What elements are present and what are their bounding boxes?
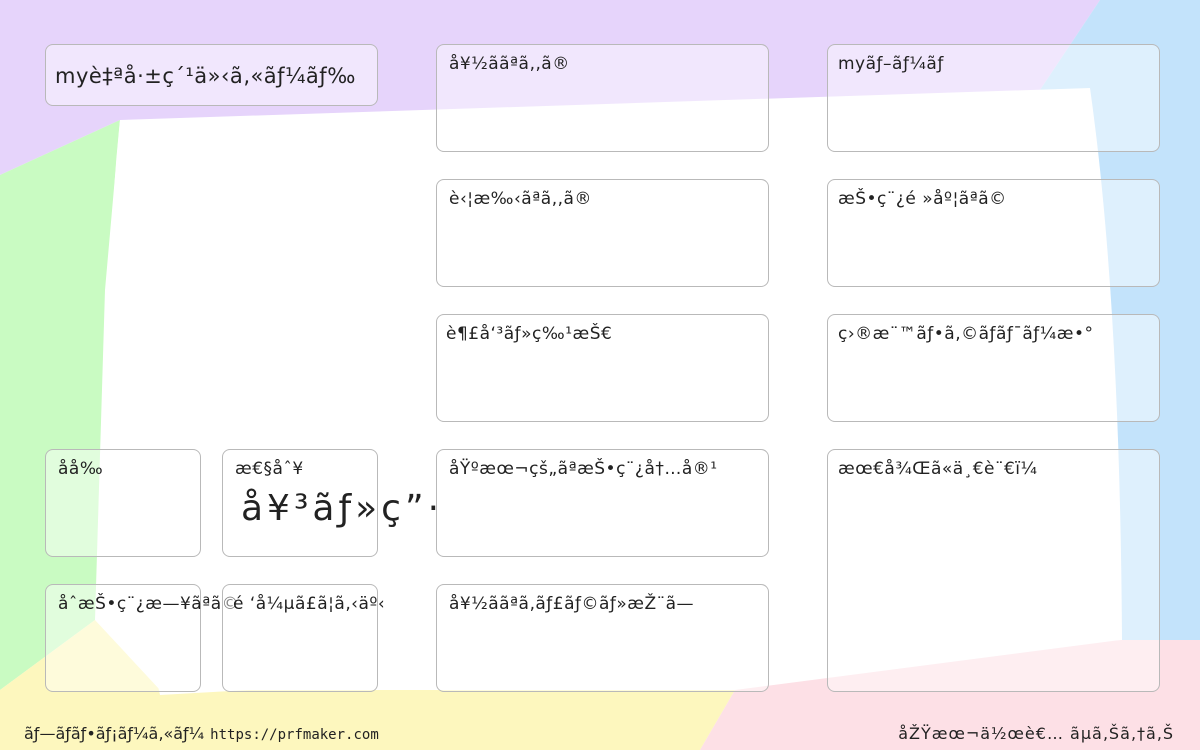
follower-goal-label: ç›®æ¨™ãƒ•ã‚©ãƒ­ãƒ¯ãƒ¼æ•° [838, 324, 1094, 344]
maker-url-link[interactable]: https://prfmaker.com [210, 727, 379, 743]
first-post-label: åˆæŠ•ç¨¿æ—¥ãªã© [58, 594, 240, 614]
working-on-label: é ‘å¼µã£ã¦ã‚‹äº‹ [233, 594, 386, 614]
title-card: myè‡ªå·±ç´¹ä»‹ã‚«ãƒ¼ãƒ‰ [45, 44, 378, 106]
page-title: myè‡ªå·±ç´¹ä»‹ã‚«ãƒ¼ãƒ‰ [55, 64, 356, 88]
favorite-characters-field[interactable]: å¥½ããªã‚­ãƒ£ãƒ©ãƒ»æŽ¨ã— [436, 584, 769, 692]
post-frequency-field[interactable]: æŠ•ç¨¿é »åº¦ãªã© [827, 179, 1160, 287]
hobbies-label: è¶£å‘³ãƒ»ç‰¹æŠ€ [446, 324, 613, 344]
likes-field[interactable]: å¥½ããªã‚‚ã® [436, 44, 769, 152]
maker-name: ãƒ—ãƒ­ãƒ•ãƒ¡ãƒ¼ã‚«ãƒ¼ [24, 724, 205, 743]
follower-goal-field[interactable]: ç›®æ¨™ãƒ•ã‚©ãƒ­ãƒ¯ãƒ¼æ•° [827, 314, 1160, 422]
basic-content-field[interactable]: åŸºæœ¬çš„ãªæŠ•ç¨¿å†…å®¹ [436, 449, 769, 557]
first-post-field[interactable]: åˆæŠ•ç¨¿æ—¥ãªã© [45, 584, 239, 692]
gender-options[interactable]: å¥³ãƒ»ç”· [241, 488, 443, 529]
post-frequency-label: æŠ•ç¨¿é »åº¦ãªã© [838, 189, 1007, 209]
boom-label: myãƒ–ãƒ¼ãƒ [838, 54, 944, 74]
working-on-field[interactable]: é ‘å¼µã£ã¦ã‚‹äº‹ [222, 584, 385, 692]
gender-label: æ€§åˆ¥ [235, 459, 304, 479]
gender-field[interactable]: æ€§åˆ¥ å¥³ãƒ»ç”· [222, 449, 439, 557]
likes-label: å¥½ããªã‚‚ã® [449, 54, 570, 74]
last-word-label: æœ€å¾Œã«ä¸€è¨€ï¼ [838, 459, 1038, 479]
basic-content-label: åŸºæœ¬çš„ãªæŠ•ç¨¿å†…å®¹ [449, 459, 718, 479]
dislikes-label: è‹¦æ‰‹ãªã‚‚ã® [449, 189, 592, 209]
hobbies-field[interactable]: è¶£å‘³ãƒ»ç‰¹æŠ€ [436, 314, 769, 422]
name-field[interactable]: åå‰ [45, 449, 201, 557]
name-label: åå‰ [58, 459, 104, 479]
boom-field[interactable]: myãƒ–ãƒ¼ãƒ [827, 44, 1160, 152]
last-word-field[interactable]: æœ€å¾Œã«ä¸€è¨€ï¼ [827, 449, 1160, 692]
author-credit: åŽŸæœ¬ä½œè€… ãµã‚Šã‚†ã‚Š [898, 724, 1174, 743]
dislikes-field[interactable]: è‹¦æ‰‹ãªã‚‚ã® [436, 179, 769, 287]
favorite-characters-label: å¥½ããªã‚­ãƒ£ãƒ©ãƒ»æŽ¨ã— [449, 594, 695, 614]
footer-credit: ãƒ—ãƒ­ãƒ•ãƒ¡ãƒ¼ã‚«ãƒ¼ https://prfmaker.co… [24, 724, 379, 743]
